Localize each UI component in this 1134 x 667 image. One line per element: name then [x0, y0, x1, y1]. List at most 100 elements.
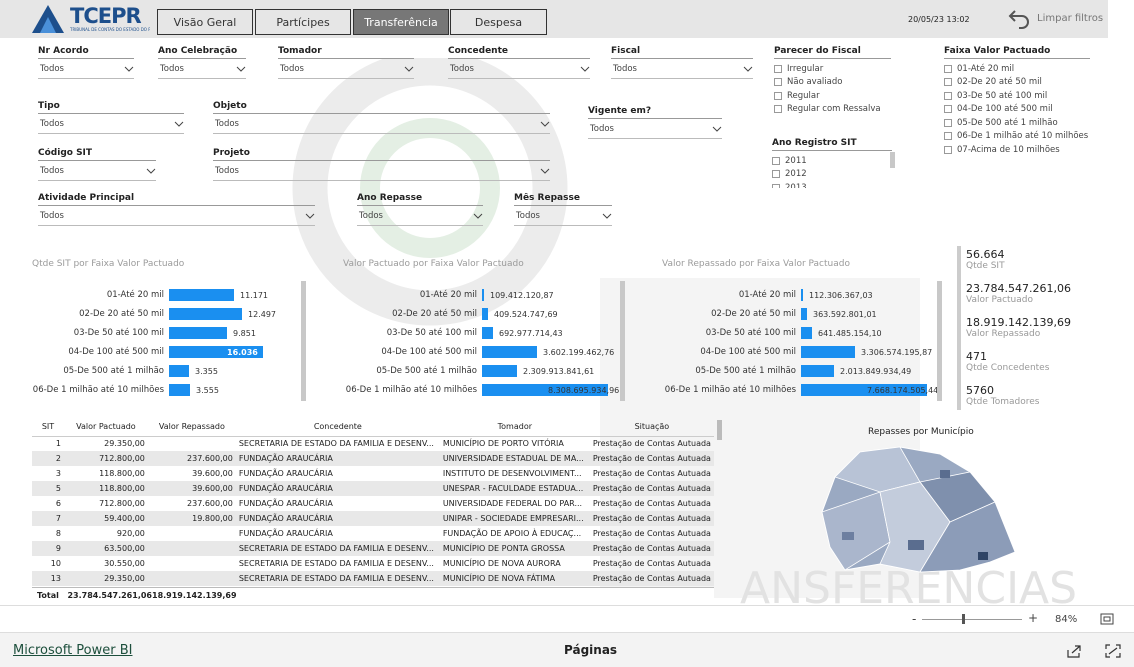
atividade-dropdown[interactable]: Todos: [38, 206, 315, 226]
chart-scrollbar[interactable]: [937, 281, 942, 401]
checkbox[interactable]: [774, 105, 782, 114]
parecer-option-regular[interactable]: Regular: [774, 89, 891, 103]
filter-concedente[interactable]: Concedente Todos: [448, 46, 590, 79]
checkbox[interactable]: [774, 64, 782, 73]
table-row[interactable]: 6 712.800,00 237.600,00 FUNDAÇÃO ARAUCÁRIA U…: [32, 496, 714, 511]
column-header[interactable]: Situação: [589, 418, 714, 437]
ano-registro-option-2013[interactable]: 2013: [772, 181, 892, 188]
checkbox[interactable]: [944, 105, 952, 114]
parecer-option-irregular[interactable]: Irregular: [774, 62, 891, 76]
codigo-sit-dropdown[interactable]: Todos: [38, 161, 156, 181]
ano-registro-option-2012[interactable]: 2012: [772, 168, 892, 182]
column-header[interactable]: Tomador: [439, 418, 590, 437]
faixa-option[interactable]: 05-De 500 até 1 milhão: [944, 116, 1090, 130]
table-scrollbar[interactable]: [717, 420, 722, 440]
filter-nr-acordo[interactable]: Nr Acordo Todos: [38, 46, 134, 79]
checkbox[interactable]: [944, 145, 952, 154]
chart-bar[interactable]: [169, 289, 234, 301]
checkbox[interactable]: [944, 64, 952, 73]
chart-bar[interactable]: [169, 384, 190, 396]
faixa-option[interactable]: 04-De 100 até 500 mil: [944, 103, 1090, 117]
parecer-option-nao-avaliado[interactable]: Não avaliado: [774, 76, 891, 90]
chart-bar[interactable]: [801, 308, 807, 320]
table-row[interactable]: 5 118.800,00 39.600,00 FUNDAÇÃO ARAUCÁRIA UN…: [32, 481, 714, 496]
ano-registro-option-2011[interactable]: 2011: [772, 154, 892, 168]
fullscreen-icon[interactable]: [1105, 644, 1121, 658]
checkbox[interactable]: [774, 78, 782, 87]
mes-repasse-dropdown[interactable]: Todos: [514, 206, 612, 226]
table-row[interactable]: 13 29.350,00 SECRETARIA DE ESTADO DA FAMIL…: [32, 571, 714, 586]
chart-bar[interactable]: [801, 365, 834, 377]
chart-valor-pactuado[interactable]: Valor Pactuado por Faixa Valor Pactuado …: [343, 259, 623, 401]
objeto-dropdown[interactable]: Todos: [213, 114, 550, 134]
share-icon[interactable]: [1066, 644, 1082, 658]
chart-bar[interactable]: [801, 346, 855, 358]
sit-table[interactable]: SIT Valor Pactuado Valor Repassado Conceden…: [32, 418, 714, 601]
chart-bar[interactable]: [482, 308, 488, 320]
chart-bar[interactable]: [801, 327, 812, 339]
nav-transferencia-button[interactable]: Transferência: [353, 9, 449, 35]
zoom-slider[interactable]: [922, 619, 1022, 620]
tipo-dropdown[interactable]: Todos: [38, 114, 184, 134]
filter-atividade-principal[interactable]: Atividade Principal Todos: [38, 193, 315, 226]
chart-scrollbar[interactable]: [301, 281, 306, 401]
nav-despesa-button[interactable]: Despesa: [450, 9, 547, 35]
chart-qtde-sit[interactable]: Qtde SIT por Faixa Valor Pactuado 01-Até…: [32, 259, 302, 401]
projeto-dropdown[interactable]: Todos: [213, 161, 550, 181]
chart-scrollbar[interactable]: [620, 281, 625, 401]
checkbox[interactable]: [944, 132, 952, 141]
zoom-slider-thumb[interactable]: [962, 614, 965, 624]
checkbox[interactable]: [772, 170, 780, 179]
checkbox[interactable]: [772, 183, 780, 188]
ano-celebracao-dropdown[interactable]: Todos: [158, 59, 246, 79]
chart-valor-repassado[interactable]: Valor Repassado por Faixa Valor Pactuado…: [662, 259, 942, 401]
column-header[interactable]: Valor Repassado: [147, 418, 236, 437]
checkbox[interactable]: [772, 156, 780, 165]
chart-bar[interactable]: [801, 289, 803, 301]
pages-menu[interactable]: Páginas: [564, 643, 617, 657]
parana-map[interactable]: [820, 442, 1020, 577]
table-row[interactable]: 8 920,00 FUNDAÇÃO ARAUCÁRIA FUNDAÇÃO DE APO…: [32, 526, 714, 541]
nav-visao-geral-button[interactable]: Visão Geral: [157, 9, 253, 35]
chart-bar[interactable]: [169, 308, 242, 320]
filter-projeto[interactable]: Projeto Todos: [213, 148, 550, 181]
nr-acordo-dropdown[interactable]: Todos: [38, 59, 134, 79]
chart-bar[interactable]: [482, 346, 537, 358]
parecer-option-regular-ressalva[interactable]: Regular com Ressalva: [774, 103, 891, 117]
filter-objeto[interactable]: Objeto Todos: [213, 101, 550, 134]
nav-participes-button[interactable]: Partícipes: [255, 9, 351, 35]
faixa-option[interactable]: 06-De 1 milhão até 10 milhões: [944, 130, 1090, 144]
faixa-option[interactable]: 01-Até 20 mil: [944, 62, 1090, 76]
table-row[interactable]: 3 118.800,00 39.600,00 FUNDAÇÃO ARAUCÁRIA IN…: [32, 466, 714, 481]
filter-fiscal[interactable]: Fiscal Todos: [611, 46, 753, 79]
table-row[interactable]: 2 712.800,00 237.600,00 FUNDAÇÃO ARAUCÁRIA U…: [32, 451, 714, 466]
chart-bar[interactable]: [482, 327, 493, 339]
faixa-option[interactable]: 02-De 20 até 50 mil: [944, 76, 1090, 90]
zoom-out-button[interactable]: -: [912, 612, 916, 626]
vigente-dropdown[interactable]: Todos: [588, 119, 722, 139]
chart-bar[interactable]: [482, 365, 517, 377]
table-row[interactable]: 1 29.350,00 SECRETARIA DE ESTADO DA FAMILI…: [32, 436, 714, 451]
checkbox[interactable]: [944, 91, 952, 100]
filter-tomador[interactable]: Tomador Todos: [278, 46, 414, 79]
table-row[interactable]: 10 30.550,00 SECRETARIA DE ESTADO DA FAMIL…: [32, 556, 714, 571]
faixa-option[interactable]: 03-De 50 até 100 mil: [944, 89, 1090, 103]
filter-tipo[interactable]: Tipo Todos: [38, 101, 184, 134]
filter-ano-celebracao[interactable]: Ano Celebração Todos: [158, 46, 246, 79]
chart-bar[interactable]: [482, 289, 484, 301]
table-row[interactable]: 7 59.400,00 19.800,00 FUNDAÇÃO ARAUCÁRIA UNI…: [32, 511, 714, 526]
column-header[interactable]: SIT: [32, 418, 64, 437]
filter-mes-repasse[interactable]: Mês Repasse Todos: [514, 193, 612, 226]
concedente-dropdown[interactable]: Todos: [448, 59, 590, 79]
faixa-option[interactable]: 07-Acima de 10 milhões: [944, 143, 1090, 157]
chart-bar[interactable]: [169, 327, 227, 339]
filter-codigo-sit[interactable]: Código SIT Todos: [38, 148, 156, 181]
column-header[interactable]: Concedente: [235, 418, 440, 437]
clear-filters-button[interactable]: Limpar filtros: [1007, 6, 1103, 30]
powerbi-link[interactable]: Microsoft Power BI: [13, 643, 132, 658]
zoom-in-button[interactable]: +: [1028, 611, 1038, 625]
kpi-scrollbar[interactable]: [957, 246, 961, 410]
filter-vigente[interactable]: Vigente em? Todos: [588, 106, 722, 139]
filter-ano-repasse[interactable]: Ano Repasse Todos: [357, 193, 483, 226]
checkbox[interactable]: [774, 91, 782, 100]
